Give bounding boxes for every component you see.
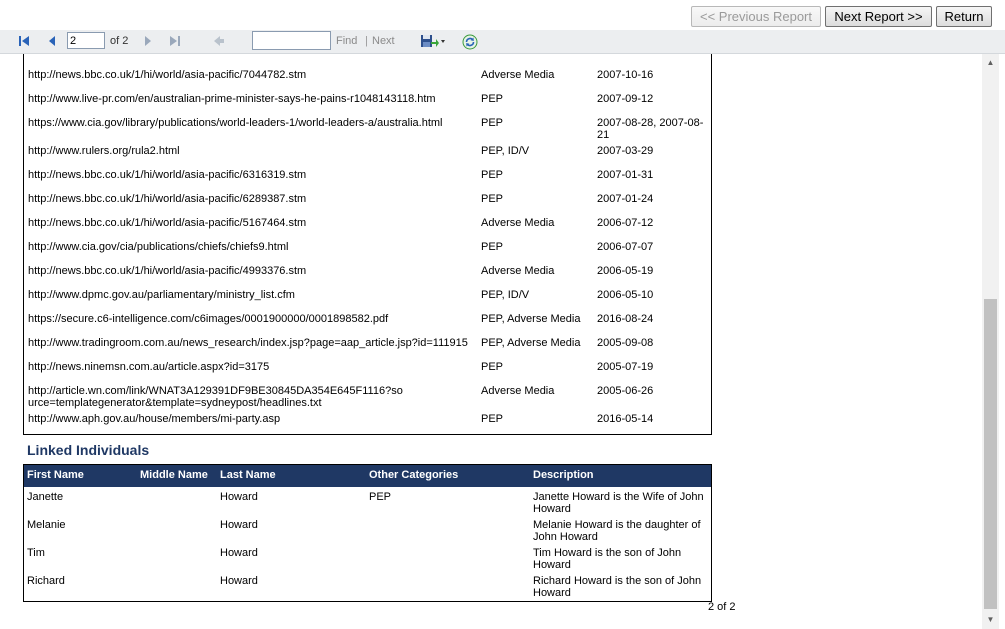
report-content: http://news.bbc.co.uk/1/hi/world/asia-pa…: [0, 54, 982, 629]
page-count-label: of 2: [110, 35, 129, 47]
description: Melanie Howard is the daughter of John H…: [533, 519, 701, 543]
source-date: 2007-09-12: [597, 93, 654, 105]
source-date: 2006-05-10: [597, 289, 654, 301]
source-category: PEP, ID/V: [481, 289, 530, 301]
first-name: Richard: [27, 575, 65, 587]
source-category: Adverse Media: [481, 265, 555, 277]
source-category: PEP: [481, 413, 504, 425]
source-url[interactable]: http://news.bbc.co.uk/1/hi/world/asia-pa…: [28, 69, 468, 81]
last-name: Howard: [220, 491, 258, 503]
source-url[interactable]: http://www.tradingroom.com.au/news_resea…: [28, 337, 468, 349]
sources-table: http://news.bbc.co.uk/1/hi/world/asia-pa…: [23, 54, 712, 435]
next-page-icon[interactable]: [141, 34, 155, 48]
source-url[interactable]: https://www.cia.gov/library/publications…: [28, 117, 468, 129]
previous-page-icon[interactable]: [45, 34, 59, 48]
source-date: 2005-06-26: [597, 385, 654, 397]
source-category: PEP, ID/V: [481, 145, 530, 157]
source-url[interactable]: http://www.cia.gov/cia/publications/chie…: [28, 241, 468, 253]
source-category: PEP: [481, 361, 504, 373]
first-name: Janette: [27, 491, 64, 503]
last-name: Howard: [220, 519, 258, 531]
source-url[interactable]: https://secure.c6-intelligence.com/c6ima…: [28, 313, 468, 325]
source-category: PEP, Adverse Media: [481, 313, 581, 325]
source-date: 2016-05-14: [597, 413, 654, 425]
back-icon[interactable]: [212, 34, 226, 48]
last-page-icon[interactable]: [168, 34, 182, 48]
source-date: 2007-01-31: [597, 169, 654, 181]
page-number-input[interactable]: [67, 32, 105, 49]
return-button[interactable]: Return: [936, 6, 992, 27]
next-report-button[interactable]: Next Report >>: [825, 6, 932, 27]
source-date: 2005-07-19: [597, 361, 654, 373]
source-category: PEP: [481, 169, 504, 181]
top-action-bar: << Previous Report Next Report >> Return: [0, 0, 1005, 30]
source-date: 2006-07-07: [597, 241, 654, 253]
source-url[interactable]: http://www.rulers.org/rula2.html: [28, 145, 468, 157]
source-category: Adverse Media: [481, 69, 555, 81]
source-category: PEP: [481, 117, 504, 129]
source-category: PEP, Adverse Media: [481, 337, 581, 349]
source-date: 2007-08-28, 2007-08-21: [597, 117, 704, 141]
source-url[interactable]: http://news.ninemsn.com.au/article.aspx?…: [28, 361, 468, 373]
source-url[interactable]: http://www.live-pr.com/en/australian-pri…: [28, 93, 468, 105]
source-date: 2006-07-12: [597, 217, 654, 229]
source-url[interactable]: http://news.bbc.co.uk/1/hi/world/asia-pa…: [28, 193, 468, 205]
source-url[interactable]: http://www.aph.gov.au/house/members/mi-p…: [28, 413, 468, 425]
description: Tim Howard is the son of John Howard: [533, 547, 682, 571]
source-category: Adverse Media: [481, 385, 555, 397]
other-categories: PEP: [369, 491, 392, 503]
header-other-categories: Other Categories: [369, 469, 459, 481]
source-url[interactable]: http://news.bbc.co.uk/1/hi/world/asia-pa…: [28, 217, 468, 229]
header-middle-name: Middle Name: [140, 469, 208, 481]
source-date: 2007-01-24: [597, 193, 654, 205]
table-header: First Name Middle Name Last Name Other C…: [24, 465, 711, 487]
scroll-down-icon[interactable]: ▼: [982, 613, 999, 627]
source-url[interactable]: http://article.wn.com/link/WNAT3A129391D…: [28, 385, 408, 409]
refresh-icon[interactable]: [462, 34, 478, 50]
export-icon[interactable]: [420, 34, 446, 48]
page-indicator: 2 of 2: [708, 601, 736, 613]
last-name: Howard: [220, 575, 258, 587]
source-date: 2006-05-19: [597, 265, 654, 277]
first-name: Tim: [27, 547, 45, 559]
source-category: PEP: [481, 193, 504, 205]
header-first-name: First Name: [27, 469, 84, 481]
report-toolbar: of 2 Find | Next: [0, 30, 1005, 54]
description: Janette Howard is the Wife of John Howar…: [533, 491, 704, 515]
first-name: Melanie: [27, 519, 66, 531]
source-url[interactable]: http://news.bbc.co.uk/1/hi/world/asia-pa…: [28, 169, 468, 181]
source-url[interactable]: http://www.dpmc.gov.au/parliamentary/min…: [28, 289, 468, 301]
previous-report-button[interactable]: << Previous Report: [691, 6, 821, 27]
header-description: Description: [533, 469, 594, 481]
source-date: 2007-03-29: [597, 145, 654, 157]
first-page-icon[interactable]: [17, 34, 31, 48]
source-date: 2007-10-16: [597, 69, 654, 81]
last-name: Howard: [220, 547, 258, 559]
source-date: 2005-09-08: [597, 337, 654, 349]
source-category: Adverse Media: [481, 217, 555, 229]
scrollbar-thumb[interactable]: [984, 299, 997, 609]
source-date: 2016-08-24: [597, 313, 654, 325]
header-last-name: Last Name: [220, 469, 276, 481]
vertical-scrollbar[interactable]: ▲ ▼: [982, 54, 999, 629]
find-input[interactable]: [252, 31, 331, 50]
find-link[interactable]: Find: [336, 35, 357, 47]
toolbar-separator: |: [365, 35, 368, 47]
linked-individuals-title: Linked Individuals: [27, 442, 150, 458]
description: Richard Howard is the son of John Howard: [533, 575, 702, 599]
find-next-link[interactable]: Next: [372, 35, 395, 47]
scroll-up-icon[interactable]: ▲: [982, 56, 999, 70]
source-url[interactable]: http://news.bbc.co.uk/1/hi/world/asia-pa…: [28, 265, 468, 277]
linked-individuals-table: First Name Middle Name Last Name Other C…: [23, 464, 712, 602]
source-category: PEP: [481, 93, 504, 105]
source-category: PEP: [481, 241, 504, 253]
